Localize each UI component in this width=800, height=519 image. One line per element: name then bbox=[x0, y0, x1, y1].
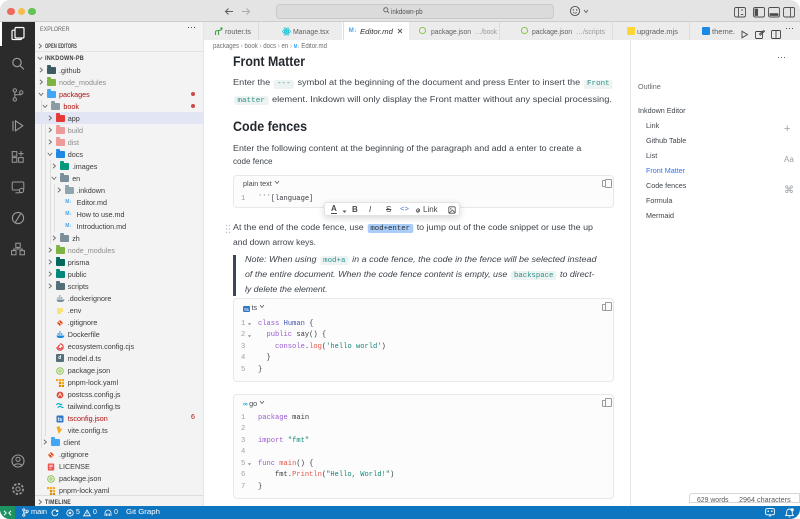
svg-text:ts: ts bbox=[58, 417, 63, 423]
